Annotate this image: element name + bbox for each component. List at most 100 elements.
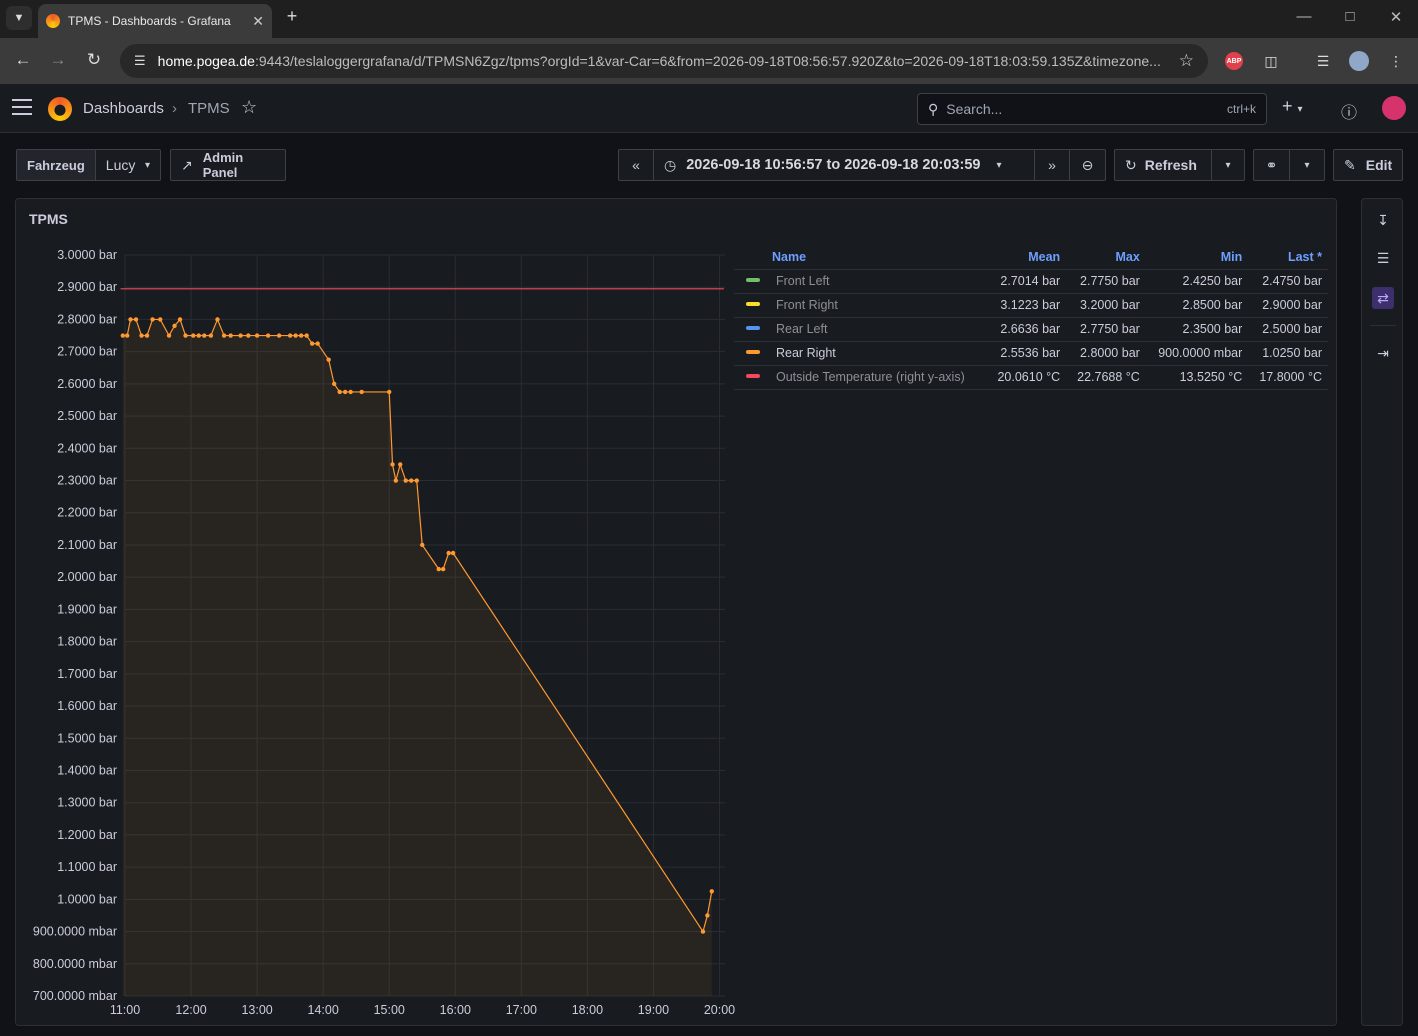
legend-series-name[interactable]: Outside Temperature (right y-axis) [734,365,987,390]
edit-button[interactable]: ✎ Edit [1333,149,1403,181]
maximize-icon[interactable]: □ [1340,8,1360,25]
browser-profile-avatar[interactable] [1349,51,1369,71]
window-close-icon[interactable]: ✕ [1386,8,1406,26]
site-info-icon[interactable]: ☰ [134,53,146,69]
legend-header-row: Name Mean Max Min Last * [734,245,1328,270]
data-point [304,333,309,338]
clock-icon: ◷ [664,156,677,173]
star-favorite-icon[interactable]: ☆ [241,97,257,118]
data-point [446,550,451,556]
url-text[interactable]: home.pogea.de:9443/teslaloggergrafana/d/… [158,53,1179,69]
series-area-fill [122,319,712,996]
extensions-puzzle-icon[interactable]: ◫ [1260,50,1282,72]
data-point [440,566,446,572]
address-bar[interactable]: ☰ home.pogea.de:9443/teslaloggergrafana/… [120,44,1208,78]
y-tick-label: 2.8000 bar [57,312,117,326]
legend-last: 2.5000 bar [1248,317,1328,342]
help-icon[interactable]: ⓘ [1341,99,1357,123]
data-point [705,913,710,918]
breadcrumb-separator: › [172,100,177,117]
browser-tab[interactable]: TPMS - Dashboards - Grafana ✕ [38,4,272,38]
legend-mean: 20.0610 °C [986,365,1067,390]
swap-arrows-icon[interactable]: ⇄ [1372,287,1394,309]
sidebar-divider [1370,325,1396,326]
legend-series-name[interactable]: Rear Right [734,341,987,366]
share-chevron-icon[interactable]: ▾ [1290,150,1324,180]
menu-hamburger-icon[interactable] [12,99,32,120]
legend-row[interactable]: Front Left 2.7014 bar 2.7750 bar 2.4250 … [734,269,1328,294]
breadcrumb-dashboards[interactable]: Dashboards [83,100,164,117]
tab-close-icon[interactable]: ✕ [252,13,264,30]
time-range-text: 2026-09-18 10:56:57 to 2026-09-18 20:03:… [686,157,981,173]
legend-series-name[interactable]: Front Left [734,269,987,294]
y-tick-label: 1.5000 bar [57,731,117,745]
search-input[interactable]: ⚲ Search... ctrl+k [917,93,1267,125]
tpms-chart[interactable]: 700.0000 mbar 800.0000 mbar 900.0000 mbar 1… [16,199,736,1025]
legend-max: 3.2000 bar [1066,293,1146,318]
data-point [276,333,282,338]
grafana-logo-icon[interactable] [48,97,72,121]
time-range-button[interactable]: ◷ 2026-09-18 10:56:57 to 2026-09-18 20:0… [654,150,1035,180]
legend-row[interactable]: Front Right 3.1223 bar 3.2000 bar 2.8500… [734,293,1328,318]
data-point [348,389,353,395]
reload-icon[interactable]: ↻ [83,50,105,70]
browser-toolbar: ← → ↻ ☰ home.pogea.de:9443/teslaloggergr… [0,38,1418,84]
y-tick-label: 1.7000 bar [57,667,117,681]
download-icon[interactable]: ↧ [1372,209,1394,231]
legend-row[interactable]: Outside Temperature (right y-axis) 20.06… [734,365,1328,390]
outline-list-icon[interactable]: ☰ [1372,247,1394,269]
legend-header-name[interactable]: Name [734,245,987,270]
new-tab-plus-icon[interactable]: + [282,6,302,27]
legend-series-name[interactable]: Rear Left [734,317,987,342]
legend-series-name[interactable]: Front Right [734,293,987,318]
forward-arrow-icon[interactable]: → [47,50,69,70]
x-tick-label: 14:00 [308,1003,339,1017]
bookmark-star-icon[interactable]: ☆ [1179,51,1194,71]
x-tick-label: 15:00 [374,1003,405,1017]
legend-row[interactable]: Rear Left 2.6636 bar 2.7750 bar 2.3500 b… [734,317,1328,342]
y-tick-label: 1.9000 bar [57,602,117,616]
legend-header-max[interactable]: Max [1066,245,1146,270]
refresh-picker: ↻ Refresh ▾ [1114,149,1245,181]
refresh-interval-chevron-icon[interactable]: ▾ [1212,150,1244,180]
legend-last: 2.4750 bar [1248,269,1328,294]
series-color-swatch [746,326,760,331]
legend-name-text: Front Left [776,274,830,288]
legend-name-text: Rear Right [776,346,836,360]
share-icon[interactable]: ⚭ [1254,150,1290,180]
share-picker: ⚭ ▾ [1253,149,1325,181]
data-point [202,333,207,338]
refresh-button[interactable]: ↻ Refresh [1115,150,1212,180]
variable-select[interactable]: Lucy ▾ [96,150,160,180]
legend-min: 900.0000 mbar [1145,341,1249,366]
external-link-icon: ↗ [181,156,193,173]
user-avatar[interactable] [1382,96,1406,120]
data-point [150,317,155,322]
legend-mean: 2.5536 bar [986,341,1067,366]
back-arrow-icon[interactable]: ← [12,50,34,70]
zoom-out-icon[interactable]: ⊖ [1070,150,1105,180]
data-point [120,333,125,338]
data-point [128,317,133,322]
legend-header-min[interactable]: Min [1145,245,1249,270]
legend-max: 2.7750 bar [1066,269,1146,294]
time-shift-back-icon[interactable]: « [619,150,654,180]
time-shift-forward-icon[interactable]: » [1035,150,1070,180]
add-new-plus-icon[interactable]: + ▾ [1282,96,1303,117]
y-tick-label: 2.5000 bar [57,409,117,423]
legend-header-last[interactable]: Last * [1248,245,1328,270]
minimize-icon[interactable]: — [1294,8,1314,25]
legend-header-mean[interactable]: Mean [986,245,1067,270]
browser-menu-kebab-icon[interactable]: ⋮ [1385,50,1407,72]
media-queue-icon[interactable]: ☰ [1312,50,1334,72]
tab-search-chevron-icon[interactable]: ▼ [6,6,32,30]
series-color-swatch [746,374,760,379]
data-point [298,333,304,338]
adblock-icon[interactable]: ABP [1225,52,1243,70]
edit-label: Edit [1365,157,1393,173]
collapse-sidebar-icon[interactable]: ⇥ [1372,342,1394,364]
legend-row[interactable]: Rear Right 2.5536 bar 2.8000 bar 900.000… [734,341,1328,366]
admin-panel-link[interactable]: ↗ Admin Panel [170,149,286,181]
data-point [172,323,177,329]
variable-label: Fahrzeug [17,150,96,180]
